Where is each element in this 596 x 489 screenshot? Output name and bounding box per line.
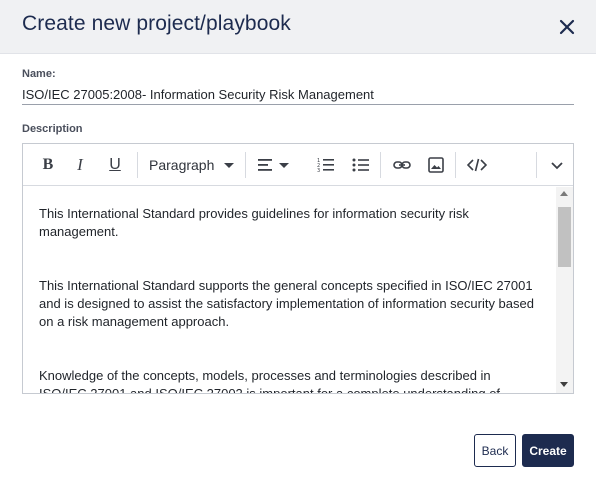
create-button[interactable]: Create	[522, 434, 574, 467]
bulleted-list-button[interactable]	[350, 152, 372, 178]
empty-line	[39, 349, 541, 367]
close-icon[interactable]	[552, 12, 582, 42]
description-label: Description	[22, 123, 83, 135]
name-field[interactable]	[22, 84, 574, 105]
description-editor: B I U Paragraph 1 2 3 This International…	[22, 143, 574, 394]
dialog-title: Create new project/playbook	[22, 12, 291, 35]
toolbar-divider	[245, 152, 246, 178]
numbered-list-icon: 1 2 3	[317, 158, 334, 173]
content-paragraph: This International Standard provides gui…	[39, 206, 469, 239]
image-button[interactable]	[425, 152, 447, 178]
name-label: Name:	[22, 68, 56, 80]
scroll-up-arrow-icon[interactable]	[560, 191, 568, 196]
bulleted-list-icon	[352, 158, 369, 172]
scroll-down-arrow-icon[interactable]	[560, 382, 568, 387]
caret-down-icon	[279, 162, 289, 168]
toolbar-divider	[137, 152, 138, 178]
back-button[interactable]: Back	[474, 434, 516, 467]
dialog-header: Create new project/playbook	[0, 0, 596, 54]
align-dropdown[interactable]	[257, 152, 297, 178]
paragraph-label: Paragraph	[149, 157, 215, 173]
underline-button[interactable]: U	[105, 152, 125, 178]
editor-content[interactable]: This International Standard provides gui…	[23, 187, 556, 393]
toolbar-divider	[536, 152, 537, 178]
content-paragraph: This International Standard supports the…	[39, 278, 534, 329]
link-button[interactable]	[391, 152, 413, 178]
caret-down-icon	[224, 162, 235, 168]
editor-scrollbar[interactable]	[556, 187, 573, 393]
toolbar-divider	[380, 152, 381, 178]
scroll-thumb[interactable]	[558, 207, 571, 267]
svg-text:3: 3	[317, 168, 320, 173]
editor-toolbar: B I U Paragraph 1 2 3	[23, 144, 573, 186]
empty-line	[39, 259, 541, 277]
italic-button[interactable]: I	[70, 152, 90, 178]
numbered-list-button[interactable]: 1 2 3	[315, 152, 337, 178]
align-left-icon	[258, 159, 272, 171]
chevron-down-icon	[551, 162, 563, 170]
more-tools-button[interactable]	[547, 152, 567, 178]
content-paragraph: Knowledge of the concepts, models, proce…	[39, 368, 500, 393]
paragraph-dropdown[interactable]: Paragraph	[149, 152, 235, 178]
code-icon	[467, 158, 487, 172]
image-icon	[428, 157, 444, 173]
code-button[interactable]	[465, 152, 489, 178]
toolbar-divider	[455, 152, 456, 178]
link-icon	[393, 161, 411, 169]
bold-button[interactable]: B	[38, 152, 58, 178]
